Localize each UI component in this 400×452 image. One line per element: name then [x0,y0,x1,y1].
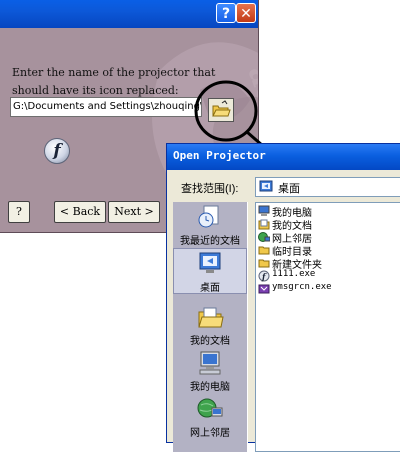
place-recent-documents[interactable]: 我最近的文档 [173,204,247,247]
look-in-dropdown[interactable]: 桌面 [255,177,400,197]
computer-icon [258,205,270,216]
file-list: 我的电脑 我的文档 网上邻居 临时目录 新建文件夹 f 1111.exe yms… [255,202,400,452]
place-label: 我最近的文档 [180,236,240,247]
place-label: 桌面 [200,283,220,294]
flash-projector-icon: f [258,270,270,282]
exe-icon [258,284,270,294]
place-network-places[interactable]: 网上邻居 [173,396,247,439]
flash-player-icon: f [44,138,70,164]
file-name: 1111.exe [272,269,316,279]
places-bar: 我最近的文档 桌面 我的文档 我的电脑 网上邻居 [173,202,248,452]
place-desktop[interactable]: 桌面 [173,248,247,294]
wizard-titlebar[interactable]: ? ✕ [0,0,258,28]
open-folder-icon [212,100,231,117]
desktop-icon [259,180,273,192]
wizard-help-button[interactable]: ? [8,201,30,223]
file-name: ymsgrcn.exe [272,282,332,292]
network-places-icon [197,398,223,418]
recent-docs-icon [198,205,219,228]
back-button[interactable]: < Back [54,201,106,223]
place-my-computer[interactable]: 我的电脑 [173,350,247,393]
folder-icon [258,259,270,268]
my-documents-icon [198,307,224,328]
dialog-titlebar[interactable]: Open Projector [167,144,400,170]
close-title-button[interactable]: ✕ [236,3,256,23]
browse-button[interactable] [208,98,234,122]
next-button[interactable]: Next > [108,201,160,223]
look-in-label: 查找范围(I): [181,183,239,195]
desktop-icon [199,252,221,273]
documents-icon [258,219,270,230]
open-projector-dialog: Open Projector 查找范围(I): 桌面 我最近的文档 桌面 我的文… [166,143,400,452]
look-in-value: 桌面 [278,183,300,195]
place-label: 我的文档 [190,336,230,347]
projector-path-input[interactable]: G:\Documents and Settings\zhouqing\桌面\ [10,97,202,117]
place-my-documents[interactable]: 我的文档 [173,304,247,347]
my-computer-icon [199,351,221,375]
folder-icon [258,246,270,255]
dialog-title: Open Projector [173,149,266,162]
help-title-button[interactable]: ? [216,3,236,23]
place-label: 网上邻居 [190,428,230,439]
place-label: 我的电脑 [190,382,230,393]
network-icon [258,232,270,242]
wizard-prompt-text: Enter the name of the projector that sho… [12,66,216,97]
